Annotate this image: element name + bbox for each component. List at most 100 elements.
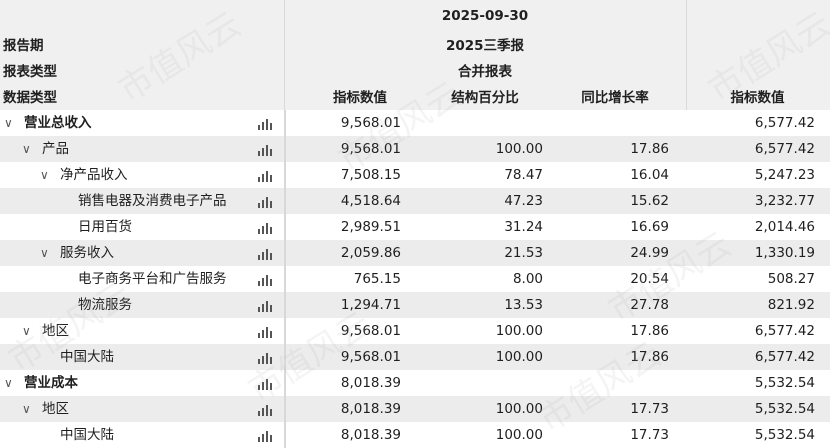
row-label: 电子商务平台和广告服务 <box>78 271 227 287</box>
cell-yoy-growth: 16.04 <box>630 167 669 183</box>
financial-table: 报告期 报表类型 数据类型 2025-09-30 2025三季报 合并报表 指标… <box>0 0 830 448</box>
cell-value-prev: 508.27 <box>767 271 815 287</box>
chevron-down-icon[interactable]: ∨ <box>22 318 31 344</box>
column-separator <box>284 266 286 292</box>
cell-structure-pct: 31.24 <box>504 219 543 235</box>
cell-value-prev: 5,532.54 <box>754 427 815 443</box>
cell-value-prev: 6,577.42 <box>754 349 815 365</box>
row-label: 销售电器及消费电子产品 <box>78 193 227 209</box>
cell-value-prev: 5,247.23 <box>754 167 815 183</box>
row-label: 日用百货 <box>78 219 132 235</box>
cell-structure-pct: 100.00 <box>495 427 543 443</box>
chevron-down-icon[interactable]: ∨ <box>40 162 49 188</box>
cell-value: 1,294.71 <box>340 297 401 313</box>
cell-structure-pct: 100.00 <box>495 349 543 365</box>
bar-chart-icon[interactable] <box>258 404 272 416</box>
cell-yoy-growth: 17.73 <box>630 427 669 443</box>
chevron-down-icon[interactable]: ∨ <box>22 136 31 162</box>
cell-yoy-growth: 17.86 <box>630 349 669 365</box>
row-label: 物流服务 <box>78 297 132 313</box>
bar-chart-icon[interactable] <box>258 300 272 312</box>
row-label-report-type: 报表类型 <box>3 64 57 80</box>
chevron-down-icon[interactable]: ∨ <box>22 396 31 422</box>
column-separator <box>284 240 286 266</box>
table-row[interactable]: 销售电器及消费电子产品 4,518.64 47.23 15.62 3,232.77 <box>0 188 830 214</box>
column-header-yoy-growth[interactable]: 同比增长率 <box>550 86 680 106</box>
table-row[interactable]: ∨ 营业总收入 9,568.01 6,577.42 <box>0 110 830 136</box>
report-type: 合并报表 <box>458 64 512 80</box>
bar-chart-icon[interactable] <box>258 196 272 208</box>
row-label: 中国大陆 <box>60 349 114 365</box>
column-header-value[interactable]: 指标数值 <box>300 86 420 106</box>
cell-value: 4,518.64 <box>340 193 401 209</box>
column-header-value-prev[interactable]: 指标数值 <box>690 86 825 106</box>
header-divider <box>284 0 285 110</box>
cell-value: 2,059.86 <box>340 245 401 261</box>
cell-yoy-growth <box>556 370 669 396</box>
chevron-down-icon[interactable]: ∨ <box>4 370 13 396</box>
cell-yoy-growth: 17.73 <box>630 401 669 417</box>
period-name: 2025三季报 <box>445 38 525 54</box>
cell-value-prev: 6,577.42 <box>754 323 815 339</box>
cell-structure-pct: 13.53 <box>504 297 543 313</box>
cell-value: 8,018.39 <box>340 427 401 443</box>
column-separator <box>284 318 286 344</box>
chevron-down-icon[interactable]: ∨ <box>4 110 13 136</box>
bar-chart-icon[interactable] <box>258 248 272 260</box>
cell-structure-pct <box>420 370 543 396</box>
bar-chart-icon[interactable] <box>258 430 272 442</box>
bar-chart-icon[interactable] <box>258 222 272 234</box>
table-row[interactable]: ∨ 地区 8,018.39 100.00 17.73 5,532.54 <box>0 396 830 422</box>
bar-chart-icon[interactable] <box>258 326 272 338</box>
table-row[interactable]: ∨ 服务收入 2,059.86 21.53 24.99 1,330.19 <box>0 240 830 266</box>
row-label: 服务收入 <box>60 245 114 261</box>
cell-structure-pct: 47.23 <box>504 193 543 209</box>
cell-value-prev: 1,330.19 <box>754 245 815 261</box>
cell-value-prev: 6,577.42 <box>754 141 815 157</box>
table-header: 报告期 报表类型 数据类型 2025-09-30 2025三季报 合并报表 指标… <box>0 0 830 110</box>
row-label: 营业总收入 <box>24 115 92 131</box>
bar-chart-icon[interactable] <box>258 144 272 156</box>
column-separator <box>284 422 286 448</box>
row-label: 净产品收入 <box>60 167 128 183</box>
cell-yoy-growth: 16.69 <box>630 219 669 235</box>
table-row[interactable]: ∨ 地区 9,568.01 100.00 17.86 6,577.42 <box>0 318 830 344</box>
cell-value: 9,568.01 <box>340 115 401 131</box>
table-row[interactable]: ∨ 净产品收入 7,508.15 78.47 16.04 5,247.23 <box>0 162 830 188</box>
table-row[interactable]: 中国大陆 8,018.39 100.00 17.73 5,532.54 <box>0 422 830 448</box>
table-row[interactable]: 物流服务 1,294.71 13.53 27.78 821.92 <box>0 292 830 318</box>
cell-yoy-growth: 17.86 <box>630 323 669 339</box>
column-separator <box>284 188 286 214</box>
column-separator <box>284 162 286 188</box>
bar-chart-icon[interactable] <box>258 352 272 364</box>
chevron-down-icon[interactable]: ∨ <box>40 240 49 266</box>
cell-yoy-growth: 20.54 <box>630 271 669 287</box>
cell-value-prev: 5,532.54 <box>754 401 815 417</box>
bar-chart-icon[interactable] <box>258 378 272 390</box>
bar-chart-icon[interactable] <box>258 118 272 130</box>
bar-chart-icon[interactable] <box>258 274 272 286</box>
header-divider <box>686 0 687 110</box>
table-row[interactable]: ∨ 产品 9,568.01 100.00 17.86 6,577.42 <box>0 136 830 162</box>
table-row[interactable]: 日用百货 2,989.51 31.24 16.69 2,014.46 <box>0 214 830 240</box>
table-row[interactable]: ∨ 营业成本 8,018.39 5,532.54 <box>0 370 830 396</box>
cell-structure-pct: 100.00 <box>495 141 543 157</box>
cell-value-prev: 3,232.77 <box>754 193 815 209</box>
cell-value: 8,018.39 <box>340 401 401 417</box>
cell-value: 2,989.51 <box>340 219 401 235</box>
column-header-structure-pct[interactable]: 结构百分比 <box>420 86 550 106</box>
cell-structure-pct: 100.00 <box>495 323 543 339</box>
row-label-data-type: 数据类型 <box>3 90 57 106</box>
cell-yoy-growth: 17.86 <box>630 141 669 157</box>
bar-chart-icon[interactable] <box>258 170 272 182</box>
table-row[interactable]: 中国大陆 9,568.01 100.00 17.86 6,577.42 <box>0 344 830 370</box>
cell-value-prev: 6,577.42 <box>754 115 815 131</box>
cell-value: 9,568.01 <box>340 323 401 339</box>
column-separator <box>284 344 286 370</box>
cell-structure-pct: 100.00 <box>495 401 543 417</box>
cell-yoy-growth: 15.62 <box>630 193 669 209</box>
period-date: 2025-09-30 <box>441 8 529 24</box>
table-row[interactable]: 电子商务平台和广告服务 765.15 8.00 20.54 508.27 <box>0 266 830 292</box>
row-label: 营业成本 <box>24 375 78 391</box>
row-label: 中国大陆 <box>60 427 114 443</box>
